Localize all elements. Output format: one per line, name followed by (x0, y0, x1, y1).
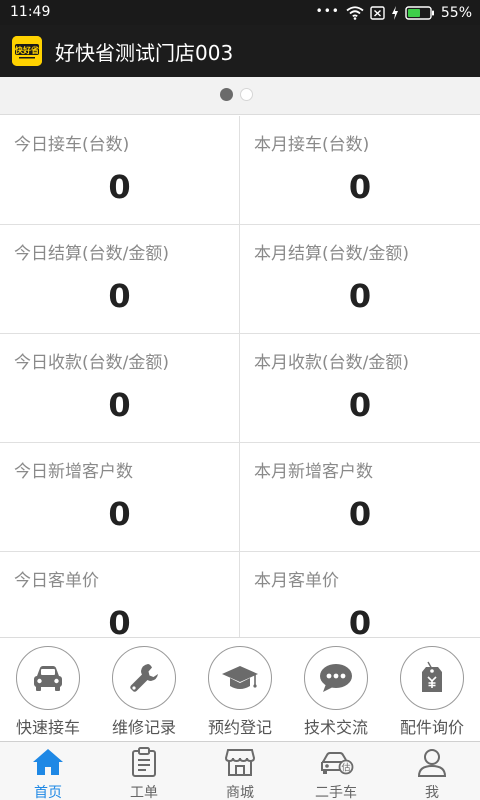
tab-profile[interactable]: 我 (384, 742, 480, 800)
app-header: 快好省 好快省测试门店003 (0, 25, 480, 77)
stat-label: 今日结算(台数/金额) (14, 244, 169, 264)
stat-today-settlement[interactable]: 今日结算(台数/金额) 0 (0, 225, 240, 334)
sim-off-icon (370, 6, 385, 20)
tab-label: 商城 (226, 785, 254, 800)
tab-work-orders[interactable]: 工单 (96, 742, 192, 800)
stat-value: 0 (108, 386, 131, 424)
signal-dots: ••• (315, 4, 340, 18)
store-icon (224, 749, 256, 776)
stats-grid: 今日接车(台数) 0 本月接车(台数) 0 今日结算(台数/金额) 0 本月结算… (0, 116, 480, 637)
stat-label: 本月结算(台数/金额) (254, 244, 409, 264)
quick-action-label: 维修记录 (111, 718, 176, 737)
stat-value: 0 (108, 604, 131, 637)
chat-bubble-icon (320, 664, 352, 692)
quick-action-label: 快速接车 (15, 718, 80, 737)
stat-label: 本月接车(台数) (254, 135, 370, 155)
stat-month-new-customers[interactable]: 本月新增客户数 0 (240, 443, 480, 552)
clipboard-icon (132, 747, 156, 777)
quick-action-appointment[interactable]: 预约登记 (192, 646, 288, 738)
status-bar: 11:49 ••• 55% (0, 0, 480, 25)
battery-icon (405, 6, 434, 20)
user-icon (417, 749, 447, 777)
price-tag-icon (422, 661, 442, 692)
tab-label: 我 (425, 785, 439, 800)
stat-value: 0 (108, 277, 131, 315)
tab-store[interactable]: 商城 (192, 742, 288, 800)
stat-month-payment[interactable]: 本月收款(台数/金额) 0 (240, 334, 480, 443)
stat-label: 本月客单价 (254, 571, 339, 591)
quick-action-label: 配件询价 (399, 718, 464, 737)
stat-value: 0 (348, 277, 372, 315)
stat-value: 0 (348, 168, 372, 206)
quick-actions-bar: 快速接车 维修记录 预约登记 技术交流 配件询价 (0, 637, 480, 741)
tab-label: 工单 (130, 785, 158, 800)
stat-today-avg-ticket[interactable]: 今日客单价 0 (0, 552, 240, 637)
battery-percent: 55% (440, 5, 472, 21)
stat-today-new-customers[interactable]: 今日新增客户数 0 (0, 443, 240, 552)
wrench-icon (130, 664, 158, 692)
stat-today-payment[interactable]: 今日收款(台数/金额) 0 (0, 334, 240, 443)
page-title: 好快省测试门店003 (55, 41, 234, 65)
status-indicators: ••• 55% (316, 3, 472, 23)
used-car-badge: 估 (341, 762, 350, 774)
pager-dot-active[interactable] (220, 88, 233, 101)
home-icon (33, 749, 63, 775)
tab-label: 二手车 (315, 785, 357, 800)
stat-today-reception[interactable]: 今日接车(台数) 0 (0, 116, 240, 225)
stat-value: 0 (348, 495, 372, 533)
quick-action-fast-reception[interactable]: 快速接车 (0, 646, 96, 738)
quick-action-parts-inquiry[interactable]: 配件询价 (384, 646, 480, 738)
stat-value: 0 (108, 168, 131, 206)
stat-label: 本月新增客户数 (254, 462, 373, 482)
status-time: 11:49 (10, 4, 51, 20)
stat-value: 0 (108, 495, 131, 533)
stat-value: 0 (348, 386, 372, 424)
app-logo-text: 快好省 (15, 45, 39, 55)
car-icon (34, 666, 62, 691)
quick-action-tech-exchange[interactable]: 技术交流 (288, 646, 384, 738)
app-logo: 快好省 (12, 36, 42, 66)
bottom-tab-bar: 首页 工单 商城 估 二手车 我 (0, 741, 480, 800)
carousel-pager (0, 77, 480, 115)
wifi-icon (346, 6, 364, 20)
tab-used-cars[interactable]: 估 二手车 (288, 742, 384, 800)
stat-month-reception[interactable]: 本月接车(台数) 0 (240, 116, 480, 225)
tab-home[interactable]: 首页 (0, 742, 96, 800)
stat-month-settlement[interactable]: 本月结算(台数/金额) 0 (240, 225, 480, 334)
stat-value: 0 (348, 604, 372, 637)
tab-label: 首页 (34, 785, 62, 800)
quick-action-label: 技术交流 (303, 718, 368, 737)
graduation-cap-icon (222, 666, 258, 689)
charging-icon (391, 6, 398, 20)
pager-dot-inactive[interactable] (240, 88, 253, 101)
quick-action-repair-records[interactable]: 维修记录 (96, 646, 192, 738)
stat-month-avg-ticket[interactable]: 本月客单价 0 (240, 552, 480, 637)
stat-label: 今日新增客户数 (14, 462, 133, 482)
quick-action-label: 预约登记 (207, 718, 272, 737)
used-car-icon: 估 (321, 752, 354, 775)
stat-label: 今日收款(台数/金额) (14, 353, 169, 373)
stat-label: 本月收款(台数/金额) (254, 353, 409, 373)
stat-label: 今日接车(台数) (14, 135, 130, 155)
stat-label: 今日客单价 (14, 571, 99, 591)
